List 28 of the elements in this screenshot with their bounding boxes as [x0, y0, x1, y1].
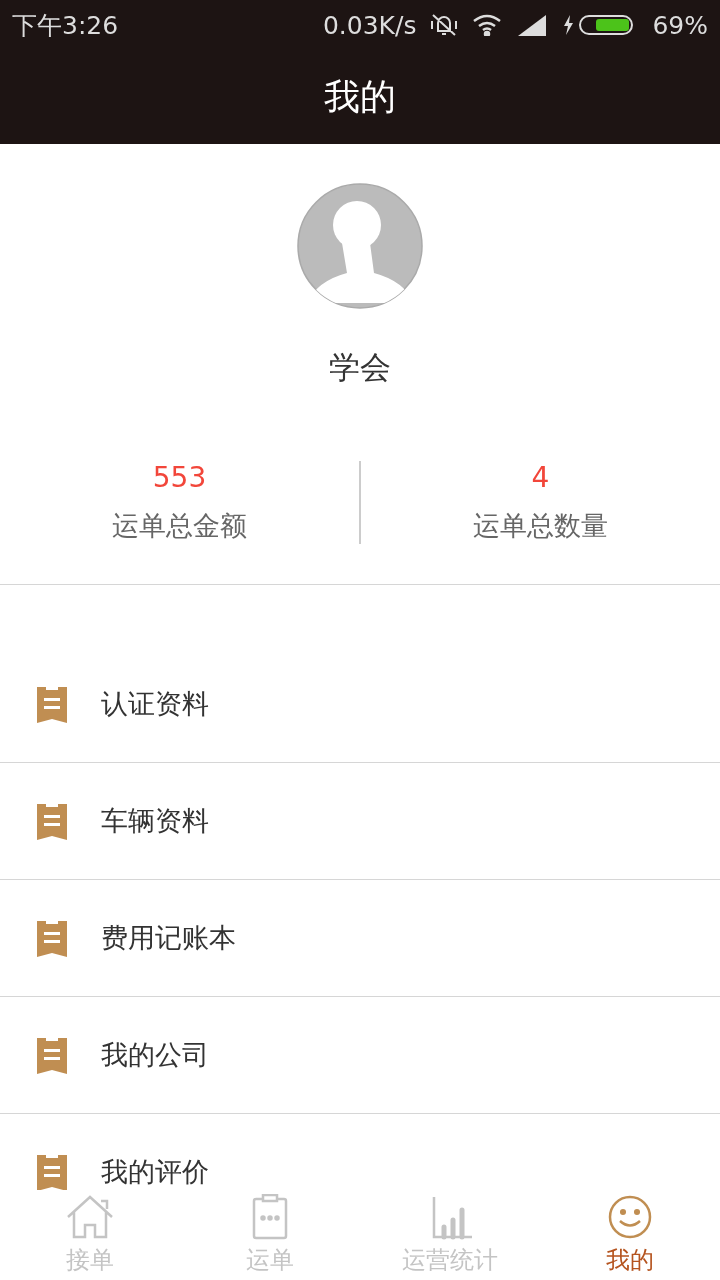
- stat-value: 4: [531, 461, 550, 494]
- menu-item[interactable]: 我的公司: [0, 997, 720, 1114]
- status-time: 下午3:26: [12, 9, 119, 42]
- stat-label: 运单总金额: [112, 509, 247, 543]
- menu-label: 我的公司: [101, 1038, 209, 1072]
- menu-label: 我的评价: [101, 1155, 209, 1189]
- user-name: 学会: [329, 348, 391, 387]
- nav-tab[interactable]: 我的: [540, 1190, 720, 1280]
- avatar[interactable]: [297, 183, 423, 309]
- menu-item[interactable]: 认证资料: [0, 646, 720, 763]
- signal-icon: [516, 14, 549, 36]
- home-icon: [65, 1194, 115, 1240]
- document-icon: [37, 802, 67, 840]
- stat-value: 553: [152, 461, 207, 494]
- document-icon: [37, 685, 67, 723]
- network-speed: 0.03K/s: [322, 10, 417, 40]
- document-icon: [37, 1036, 67, 1074]
- page-title: 我的: [324, 74, 396, 119]
- stat-label: 运单总数量: [473, 509, 608, 543]
- mute-icon: [430, 13, 459, 37]
- menu-item[interactable]: 车辆资料: [0, 763, 720, 880]
- menu-label: 车辆资料: [101, 804, 209, 838]
- document-icon: [37, 919, 67, 957]
- menu-label: 费用记账本: [101, 921, 236, 955]
- menu-label: 认证资料: [101, 687, 209, 721]
- menu-item[interactable]: 费用记账本: [0, 880, 720, 997]
- wifi-icon: [472, 14, 503, 36]
- battery-percent: 69%: [652, 10, 708, 40]
